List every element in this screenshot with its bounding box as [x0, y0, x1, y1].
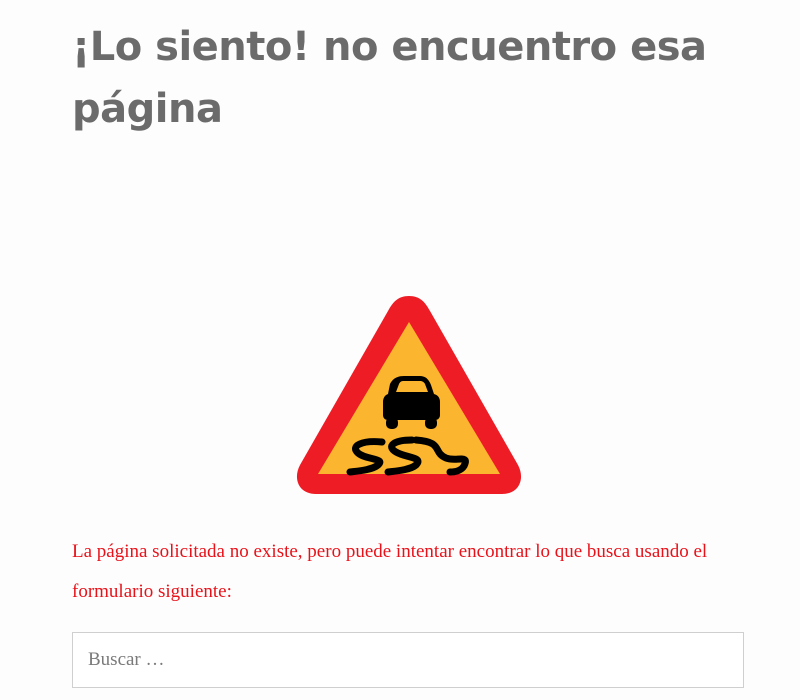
slippery-road-warning-sign-icon: [296, 296, 522, 494]
error-404-page: ¡Lo siento! no encuentro esa página La p…: [0, 0, 800, 700]
search-input[interactable]: [72, 632, 744, 688]
page-title: ¡Lo siento! no encuentro esa página: [72, 24, 707, 132]
not-found-message: La página solicitada no existe, pero pue…: [72, 541, 708, 602]
